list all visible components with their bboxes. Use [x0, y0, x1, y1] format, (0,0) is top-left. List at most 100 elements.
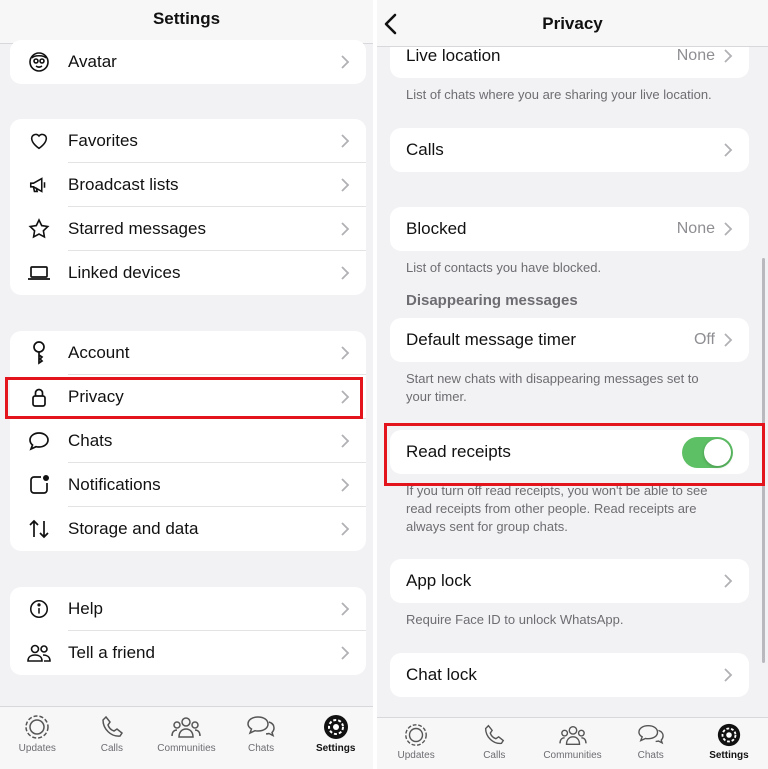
tab-label: Updates [397, 750, 435, 761]
settings-item-label: Starred messages [68, 219, 206, 238]
settings-group-profile: Avatar [10, 40, 366, 84]
read-receipts-toggle[interactable] [682, 436, 733, 468]
privacy-item-read-receipts: Read receipts [390, 430, 749, 474]
communities-icon [171, 717, 202, 738]
privacy-navbar: Privacy [377, 0, 768, 47]
app-lock-footnote: Require Face ID to unlock WhatsApp. [406, 612, 624, 627]
settings-item-notifications[interactable]: Notifications [10, 463, 366, 507]
tab-label: Calls [100, 743, 123, 754]
tab-bar: Updates Calls Communities Chats Settings [377, 717, 768, 769]
blocked-footnote: List of contacts you have blocked. [406, 260, 602, 275]
settings-navbar: Settings [0, 0, 373, 44]
chevron-right-icon [724, 143, 733, 157]
settings-item-chats[interactable]: Chats [10, 419, 366, 463]
settings-screen: Settings Avatar Favorites Broadcast list… [0, 0, 373, 769]
chevron-right-icon [724, 49, 733, 63]
arrows-updown-icon [10, 518, 68, 540]
settings-item-privacy[interactable]: Privacy [10, 375, 366, 419]
privacy-item-value: Off [693, 331, 715, 348]
settings-item-label: Favorites [68, 131, 138, 150]
settings-item-label: Broadcast lists [68, 175, 179, 194]
privacy-item-label: Read receipts [406, 442, 511, 461]
chevron-right-icon [341, 346, 350, 360]
privacy-item-default-message-timer[interactable]: Default message timer Off [390, 318, 749, 362]
privacy-group-app-lock: App lock [390, 559, 749, 603]
chat-bubble-icon [10, 430, 68, 452]
settings-item-storage-and-data[interactable]: Storage and data [10, 507, 366, 551]
privacy-item-chat-lock[interactable]: Chat lock [390, 653, 749, 697]
tab-chats[interactable]: Chats [612, 718, 690, 769]
chevron-right-icon [341, 646, 350, 660]
privacy-group-calls: Calls [390, 128, 749, 172]
privacy-group-timer: Default message timer Off [390, 318, 749, 362]
settings-item-account[interactable]: Account [10, 331, 366, 375]
settings-item-linked-devices[interactable]: Linked devices [10, 251, 366, 295]
chevron-right-icon [341, 178, 350, 192]
heart-icon [10, 130, 68, 152]
tab-updates[interactable]: Updates [0, 707, 75, 769]
lock-icon [10, 386, 68, 408]
tab-settings[interactable]: Settings [690, 718, 768, 769]
privacy-item-app-lock[interactable]: App lock [390, 559, 749, 603]
settings-item-label: Privacy [68, 387, 124, 406]
tab-label: Chats [637, 750, 664, 761]
privacy-item-label: Blocked [406, 219, 467, 238]
settings-item-avatar[interactable]: Avatar [10, 40, 366, 84]
tab-label: Chats [248, 743, 275, 754]
settings-item-tell-a-friend[interactable]: Tell a friend [10, 631, 366, 675]
tab-settings[interactable]: Settings [298, 707, 373, 769]
privacy-item-label: App lock [406, 571, 472, 590]
chevron-right-icon [341, 266, 350, 280]
megaphone-icon [10, 174, 68, 196]
settings-item-label: Help [68, 599, 103, 618]
settings-item-label: Account [68, 343, 130, 362]
chevron-right-icon [341, 134, 350, 148]
settings-item-favorites[interactable]: Favorites [10, 119, 366, 163]
tab-label: Settings [315, 743, 356, 754]
timer-footnote-line: your timer. [406, 389, 467, 404]
chevron-right-icon [724, 668, 733, 682]
settings-item-broadcast-lists[interactable]: Broadcast lists [10, 163, 366, 207]
tab-communities[interactable]: Communities [149, 707, 224, 769]
privacy-group-read-receipts: Read receipts [390, 430, 749, 474]
tab-calls[interactable]: Calls [75, 707, 150, 769]
avatar-icon [10, 50, 68, 74]
laptop-icon [10, 263, 68, 283]
chats-tab-icon [247, 716, 275, 737]
updates-icon [25, 715, 50, 739]
chevron-right-icon [341, 390, 350, 404]
settings-group-support: Help Tell a friend [10, 587, 366, 675]
tab-communities[interactable]: Communities [533, 718, 611, 769]
settings-group-lists: Favorites Broadcast lists Starred messag… [10, 119, 366, 295]
settings-item-starred-messages[interactable]: Starred messages [10, 207, 366, 251]
tab-chats[interactable]: Chats [224, 707, 299, 769]
tab-calls[interactable]: Calls [455, 718, 533, 769]
read-receipts-footnote-line: read receipts from other people. Read re… [406, 501, 697, 516]
privacy-group-blocked: Blocked None [390, 207, 749, 251]
tab-label: Settings [709, 750, 749, 761]
tab-label: Updates [18, 743, 56, 754]
settings-item-label: Linked devices [68, 263, 181, 282]
tab-updates[interactable]: Updates [377, 718, 455, 769]
chevron-right-icon [341, 222, 350, 236]
chevron-right-icon [341, 522, 350, 536]
privacy-item-label: Chat lock [406, 665, 477, 684]
star-icon [10, 217, 68, 241]
people-icon [10, 642, 68, 664]
chevron-right-icon [724, 574, 733, 588]
scrollbar[interactable] [762, 258, 765, 663]
settings-item-help[interactable]: Help [10, 587, 366, 631]
timer-footnote: Start new chats with disappearing messag… [406, 370, 736, 406]
privacy-item-calls[interactable]: Calls [390, 128, 749, 172]
read-receipts-footnote-line: If you turn off read receipts, you won't… [406, 483, 708, 498]
privacy-item-blocked[interactable]: Blocked None [390, 207, 749, 251]
read-receipts-footnote-line: always sent for group chats. [406, 519, 568, 534]
info-icon [10, 598, 68, 620]
settings-gear-icon [323, 715, 348, 739]
chevron-right-icon [341, 434, 350, 448]
privacy-item-label: Live location [406, 46, 501, 65]
settings-item-label: Chats [68, 431, 113, 450]
chevron-right-icon [341, 55, 350, 69]
page-title: Settings [152, 9, 221, 28]
page-title: Privacy [542, 14, 603, 33]
